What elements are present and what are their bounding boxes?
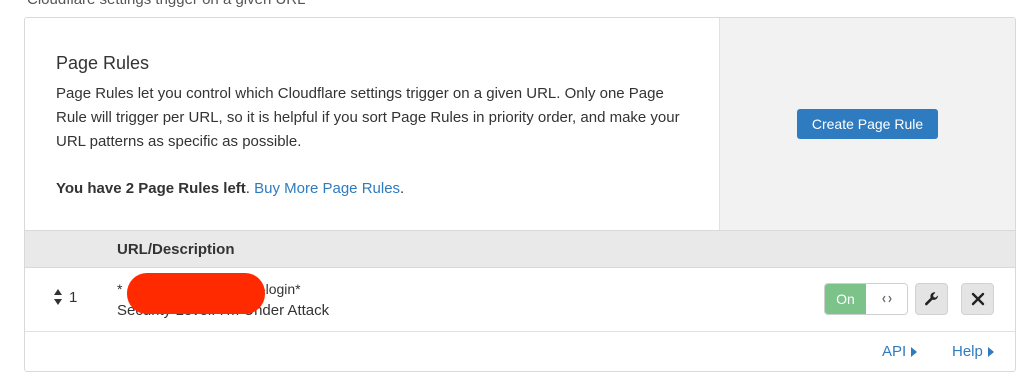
intro-content: Page Rules Page Rules let you control wh… <box>25 18 719 230</box>
chevron-left-right-icon <box>866 284 907 314</box>
edit-page-rule-button[interactable] <box>915 283 948 315</box>
caret-right-icon <box>911 346 918 357</box>
page-rules-card: Page Rules Page Rules let you control wh… <box>24 17 1016 372</box>
buy-more-period: . <box>400 180 405 197</box>
page-rules-description: Page Rules let you control which Cloudfl… <box>56 85 680 150</box>
remaining-rules-text: You have 2 Page Rules left <box>56 180 246 197</box>
quota-period: . <box>245 180 250 197</box>
close-icon <box>971 292 984 306</box>
caret-right-icon <box>987 346 994 357</box>
table-header: URL/Description <box>25 230 1015 268</box>
create-page-rule-button[interactable]: Create Page Rule <box>796 109 939 139</box>
wrench-icon <box>924 292 938 306</box>
help-link[interactable]: Help <box>952 343 994 360</box>
table-row: 1 * /wp-login* Security Level: I'm Under… <box>25 268 1015 332</box>
redaction-mark <box>127 273 265 314</box>
delete-page-rule-button[interactable] <box>961 283 994 315</box>
sort-icon[interactable] <box>53 288 63 306</box>
buy-more-page-rules-link[interactable]: Buy More Page Rules <box>254 180 400 197</box>
page-rule-toggle[interactable]: On <box>824 283 908 315</box>
clipped-previous-text: Cloudflare settings trigger on a given U… <box>27 0 305 8</box>
create-rule-panel: Create Page Rule <box>719 18 1015 230</box>
page-title: Page Rules <box>56 53 150 73</box>
help-link-label: Help <box>952 343 983 360</box>
api-link[interactable]: API <box>882 343 918 360</box>
api-link-label: API <box>882 343 907 360</box>
toggle-on-label: On <box>825 284 866 314</box>
table-footer: API Help <box>25 332 1015 371</box>
page-rules-quota: You have 2 Page Rules left. Buy More Pag… <box>56 178 719 200</box>
url-description-column-header: URL/Description <box>117 241 235 258</box>
rule-priority: 1 <box>69 289 78 306</box>
page-rules-intro: Page Rules Page Rules let you control wh… <box>25 18 1015 230</box>
